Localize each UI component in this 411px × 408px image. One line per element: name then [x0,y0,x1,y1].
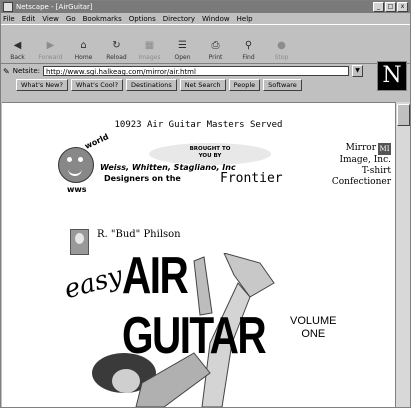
menu-bar: File Edit View Go Bookmarks Options Dire… [1,13,410,24]
scrollbar-thumb[interactable] [397,104,410,126]
page-content: 10923 Air Guitar Masters Served world ww… [2,102,395,407]
stop-icon: ● [277,39,286,51]
mirror-image-logo-icon: MI [378,143,391,155]
world-logo-text: world [83,132,111,151]
logo-right-eye [78,157,83,162]
volume-line-1: VOLUME [290,315,337,327]
software-button[interactable]: Software [263,79,302,91]
window-title: Netscape - [AirGuitar] [16,3,93,11]
vertical-scrollbar[interactable] [395,102,410,407]
find-icon: ⚲ [244,39,253,51]
mirror-line-2: Image, Inc. [339,155,391,165]
menu-options[interactable]: Options [129,15,156,23]
reload-label: Reload [106,54,127,61]
print-label: Print [208,54,223,61]
mirror-line-1: Mirror [345,143,376,153]
back-arrow-icon: ◀ [13,39,22,51]
url-dropdown-arrow-icon[interactable]: ▼ [352,65,363,77]
brought-to-you-by-badge: BROUGHT TO YOU BY [149,143,271,165]
air-guitar-title: AIR GUITAR [122,247,267,365]
images-button[interactable]: ▦ Images [135,29,164,62]
logo-left-eye [67,157,72,162]
stop-button[interactable]: ● Stop [267,29,296,62]
images-icon: ▦ [144,39,155,51]
smiley-logo-icon[interactable] [58,147,94,183]
images-label: Images [138,54,161,61]
home-label: Home [74,54,93,61]
url-field[interactable]: http://www.sgi.halkeag.com/mirror/air.ht… [43,66,349,76]
browser-window: Netscape - [AirGuitar] _ □ x File Edit V… [0,0,411,408]
mirror-line-4: Confectioner [331,177,391,187]
close-button[interactable]: x [397,2,408,12]
served-counter: 10923 Air Guitar Masters Served [114,120,283,130]
reload-icon: ↻ [112,39,121,51]
whats-new-button[interactable]: What's New? [16,79,68,91]
forward-label: Forward [38,54,63,61]
author-face [75,233,84,244]
menu-window[interactable]: Window [202,15,230,23]
open-button[interactable]: ☰ Open [168,29,197,62]
face-shape [112,369,140,393]
brought-to-text: BROUGHT TO [189,146,231,152]
directory-buttons: What's New? What's Cool? Destinations Ne… [1,78,410,92]
author-name: R. "Bud" Philson [97,229,181,240]
stop-label: Stop [274,54,289,61]
back-button[interactable]: ◀ Back [3,29,32,62]
navigation-toolbar: ◀ Back ▶ Forward ⌂ Home ↻ Reload ▦ Image… [1,24,410,64]
you-by-text: YOU BY [198,153,222,159]
volume-line-2: ONE [301,328,326,340]
menu-file[interactable]: File [3,15,15,23]
menu-edit[interactable]: Edit [22,15,36,23]
mirror-line-3: T-shirt [361,166,391,176]
sponsor-link[interactable]: Weiss, Whitten, Stagliano, Inc [100,163,236,172]
location-label: Netsite: [12,67,40,75]
people-button[interactable]: People [228,79,261,91]
destinations-button[interactable]: Destinations [126,79,177,91]
title-bar[interactable]: Netscape - [AirGuitar] _ □ x [1,1,410,13]
sponsor-tagline: Designers on the [104,174,181,183]
find-label: Find [242,54,255,61]
bookmark-icon[interactable]: ✎ [3,67,10,76]
minimize-button[interactable]: _ [373,2,384,12]
back-label: Back [10,54,25,61]
find-button[interactable]: ⚲ Find [234,29,263,62]
netscape-app-icon[interactable] [3,2,13,12]
menu-go[interactable]: Go [66,15,76,23]
logo-mouth [68,166,82,176]
volume-label: VOLUME ONE [290,315,336,341]
open-label: Open [174,54,191,61]
forward-button[interactable]: ▶ Forward [36,29,65,62]
home-icon: ⌂ [80,39,87,51]
menu-help[interactable]: Help [237,15,253,23]
print-icon: ⎙ [211,39,220,51]
frontier-text: Frontier [220,171,283,186]
forward-arrow-icon: ▶ [46,39,55,51]
menu-view[interactable]: View [42,15,59,23]
menu-bookmarks[interactable]: Bookmarks [83,15,122,23]
print-button[interactable]: ⎙ Print [201,29,230,62]
wws-logo-text: wws [67,185,87,194]
open-icon: ☰ [178,39,187,51]
maximize-button[interactable]: □ [385,2,396,12]
menu-directory[interactable]: Directory [163,15,195,23]
author-photo[interactable] [70,229,89,255]
whats-cool-button[interactable]: What's Cool? [70,79,124,91]
location-bar: ✎ Netsite: http://www.sgi.halkeag.com/mi… [1,64,410,78]
net-search-button[interactable]: Net Search [179,79,226,91]
mirror-image-sponsor[interactable]: Mirror MI Image, Inc. T-shirt Confectione… [301,143,391,188]
home-button[interactable]: ⌂ Home [69,29,98,62]
reload-button[interactable]: ↻ Reload [102,29,131,62]
netscape-n-logo[interactable]: N [377,61,407,91]
